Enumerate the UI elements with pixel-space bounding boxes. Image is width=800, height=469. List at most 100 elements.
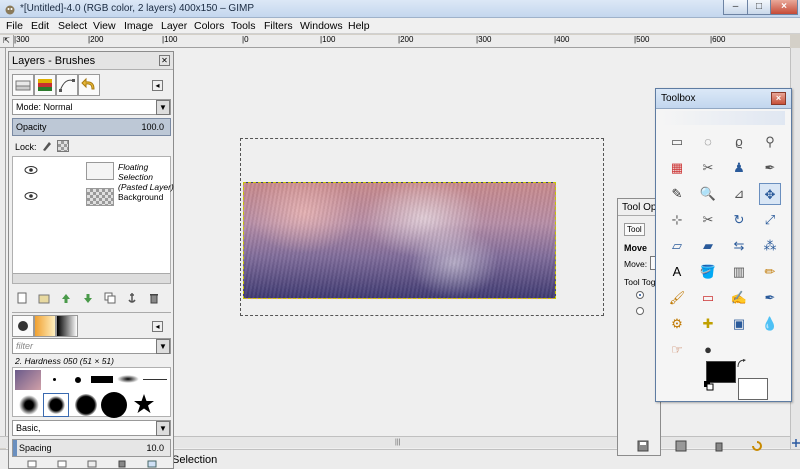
brush-swatch[interactable] — [19, 395, 39, 415]
brush-swatch[interactable] — [101, 392, 127, 418]
anchor-layer-icon[interactable] — [126, 292, 138, 304]
tool-airbrush-icon[interactable]: ✍ — [728, 287, 750, 309]
tool-move-icon[interactable]: ✥ — [759, 183, 781, 205]
refresh-brushes-icon[interactable] — [146, 460, 158, 469]
tool-pencil-icon[interactable]: ✏ — [759, 261, 781, 283]
tool-flip-icon[interactable]: ⇆ — [728, 235, 750, 257]
dock-title-bar[interactable]: Layers - Brushes ✕ — [9, 52, 173, 70]
tool-paintbrush-icon[interactable]: 🖌 — [666, 287, 688, 309]
menu-help[interactable]: Help — [348, 20, 370, 32]
navigate-icon[interactable] — [791, 438, 800, 448]
menu-edit[interactable]: Edit — [31, 20, 49, 32]
tool-shear-icon[interactable]: ▱ — [666, 235, 688, 257]
horizontal-ruler[interactable]: |300 |200 |100 |0 |100 |200 |300 |400 |5… — [14, 35, 790, 48]
menu-view[interactable]: View — [93, 20, 116, 32]
reset-tool-options-icon[interactable] — [751, 440, 763, 452]
new-brush-icon[interactable] — [56, 460, 68, 469]
spacing-slider[interactable]: Spacing 10.0 — [12, 439, 171, 457]
radio-pick-layer[interactable] — [636, 291, 644, 299]
maximize-button[interactable]: □ — [747, 0, 771, 15]
menu-layer[interactable]: Layer — [161, 20, 187, 32]
tool-fuzzy-select-icon[interactable]: ⚲ — [759, 131, 781, 153]
tool-perspective-clone-icon[interactable]: ▣ — [728, 313, 750, 335]
tool-rect-select-icon[interactable]: ▭ — [666, 131, 688, 153]
visibility-eye-icon[interactable] — [24, 191, 38, 201]
toolbox-close-button[interactable]: × — [771, 92, 786, 105]
lock-pixels-icon[interactable] — [41, 140, 53, 152]
delete-tool-preset-icon[interactable] — [713, 440, 725, 452]
tool-rotate-icon[interactable]: ↻ — [728, 209, 750, 231]
toolbox-title-bar[interactable]: Toolbox × — [656, 89, 791, 109]
ruler-corner-button[interactable]: ⇱ — [0, 35, 14, 48]
tool-free-select-icon[interactable]: ϱ — [728, 131, 750, 153]
duplicate-layer-icon[interactable] — [104, 292, 116, 304]
brush-swatch[interactable] — [53, 378, 56, 381]
tool-blend-icon[interactable]: ▥ — [728, 261, 750, 283]
brush-swatch[interactable] — [143, 379, 167, 380]
delete-brush-icon[interactable] — [116, 460, 128, 469]
delete-layer-icon[interactable] — [148, 292, 160, 304]
lock-alpha-icon[interactable] — [57, 140, 69, 152]
brush-swatch[interactable] — [117, 375, 139, 383]
brush-swatch[interactable] — [91, 376, 113, 383]
toolbox-wilber-drop-area[interactable] — [662, 111, 785, 125]
foreground-color-swatch[interactable] — [706, 361, 736, 383]
tool-perspective-icon[interactable]: ▰ — [697, 235, 719, 257]
tool-color-picker-icon[interactable]: ✎ — [666, 183, 688, 205]
star-brush-icon[interactable] — [133, 393, 155, 415]
menu-image[interactable]: Image — [124, 20, 153, 32]
brush-swatch[interactable] — [15, 370, 41, 390]
brush-filter-input[interactable]: filter ▼ — [12, 338, 171, 354]
tab-layers[interactable] — [12, 74, 34, 96]
lower-layer-icon[interactable] — [82, 292, 94, 304]
tab-gradients[interactable] — [56, 315, 78, 337]
menu-tools[interactable]: Tools — [231, 20, 256, 32]
background-color-swatch[interactable] — [738, 378, 768, 400]
brush-dock-menu-icon[interactable]: ◂ — [152, 321, 163, 332]
tab-patterns[interactable] — [34, 315, 56, 337]
duplicate-brush-icon[interactable] — [86, 460, 98, 469]
tool-cage-transform-icon[interactable]: ⁂ — [759, 235, 781, 257]
layer-row-floating[interactable]: Floating Selection (Pasted Layer) — [16, 159, 175, 192]
tool-smudge-icon[interactable]: ☞ — [666, 339, 688, 361]
tool-ellipse-select-icon[interactable]: ◌ — [697, 131, 719, 153]
edit-brush-icon[interactable] — [26, 460, 38, 469]
brush-grid[interactable] — [12, 367, 171, 418]
tool-crop-icon[interactable]: ✂ — [697, 209, 719, 231]
tool-foreground-select-icon[interactable]: ♟ — [728, 157, 750, 179]
tab-undo-history[interactable] — [78, 74, 100, 96]
tool-clone-icon[interactable]: ⚙ — [666, 313, 688, 335]
tool-heal-icon[interactable]: ✚ — [697, 313, 719, 335]
brush-preset-dropdown[interactable]: Basic, ▼ — [12, 420, 171, 436]
tool-blur-icon[interactable]: 💧 — [759, 313, 781, 335]
tool-scale-icon[interactable]: ⤢ — [759, 209, 781, 231]
menu-colors[interactable]: Colors — [194, 20, 224, 32]
default-colors-icon[interactable] — [704, 381, 714, 391]
tool-measure-icon[interactable]: ⊿ — [728, 183, 750, 205]
tool-bucket-fill-icon[interactable]: 🪣 — [697, 261, 719, 283]
layer-row-background[interactable]: Background — [16, 185, 175, 211]
dock-close-icon[interactable]: ✕ — [159, 55, 170, 66]
tool-dodge-burn-icon[interactable]: ● — [697, 339, 719, 361]
dock-menu-icon[interactable]: ◂ — [152, 80, 163, 91]
tool-paths-icon[interactable]: ✒ — [759, 157, 781, 179]
tool-color-select-icon[interactable]: ▦ — [666, 157, 688, 179]
tool-text-icon[interactable]: A — [666, 261, 688, 283]
tool-scissors-select-icon[interactable]: ✂ — [697, 157, 719, 179]
layer-mode-dropdown[interactable]: Mode: Normal ▼ — [12, 99, 171, 115]
tab-brushes[interactable] — [12, 315, 34, 337]
opacity-slider[interactable]: Opacity 100.0 — [12, 118, 171, 136]
swap-colors-icon[interactable] — [737, 359, 747, 369]
menu-select[interactable]: Select — [58, 20, 87, 32]
brush-swatch-selected[interactable] — [43, 393, 69, 417]
tool-ink-icon[interactable]: ✒ — [759, 287, 781, 309]
tool-zoom-icon[interactable]: 🔍 — [697, 183, 719, 205]
close-button[interactable]: × — [770, 0, 798, 15]
tool-eraser-icon[interactable]: ▭ — [697, 287, 719, 309]
menu-file[interactable]: File — [6, 20, 23, 32]
image-canvas[interactable] — [243, 182, 556, 299]
save-tool-preset-icon[interactable] — [637, 440, 649, 452]
tab-channels[interactable] — [34, 74, 56, 96]
visibility-eye-icon[interactable] — [24, 165, 38, 175]
restore-tool-preset-icon[interactable] — [675, 440, 687, 452]
